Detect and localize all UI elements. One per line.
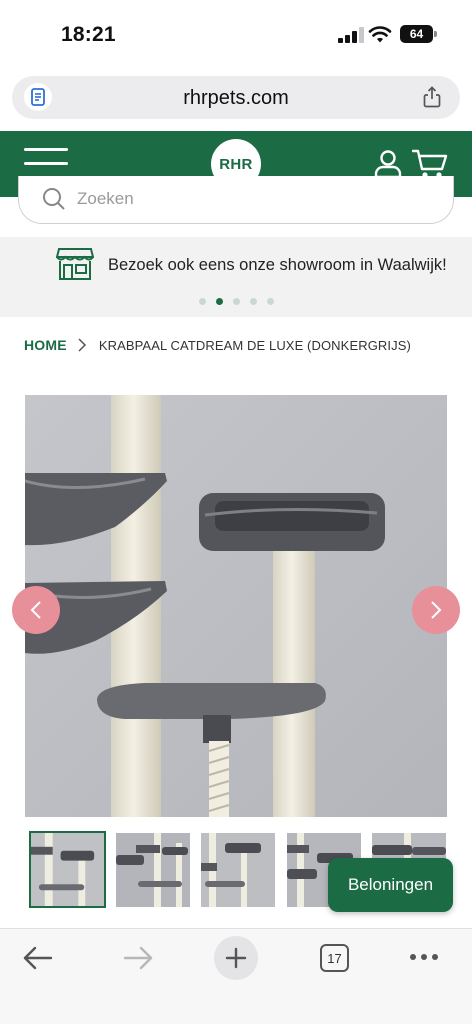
- cart-icon[interactable]: [412, 148, 448, 180]
- account-icon[interactable]: [374, 149, 402, 179]
- thumbnail-1[interactable]: [29, 831, 106, 908]
- search-placeholder: Zoeken: [77, 189, 134, 208]
- carousel-dot[interactable]: [233, 298, 240, 305]
- carousel-dot[interactable]: [267, 298, 274, 305]
- plus-icon: [225, 947, 247, 969]
- thumbnail-3[interactable]: [201, 833, 275, 907]
- store-icon: [56, 248, 94, 280]
- more-icon[interactable]: [410, 954, 440, 962]
- share-icon[interactable]: [420, 85, 444, 109]
- breadcrumb: HOME KRABPAAL CATDREAM DE LUXE (DONKERGR…: [24, 336, 411, 354]
- showroom-banner[interactable]: Bezoek ook eens onze showroom in Waalwij…: [0, 237, 472, 317]
- chevron-right-icon: [431, 601, 442, 619]
- wifi-icon: [368, 26, 392, 43]
- banner-text: Bezoek ook eens onze showroom in Waalwij…: [108, 256, 447, 274]
- carousel-dot-active[interactable]: [216, 298, 223, 305]
- arrow-right-icon[interactable]: [122, 945, 154, 971]
- carousel-dot[interactable]: [250, 298, 257, 305]
- screen: 18:21 64 rhrpets.com Zoeken RHR Bezoek o…: [0, 0, 472, 1024]
- url-text[interactable]: rhrpets.com: [12, 87, 460, 110]
- arrow-left-icon[interactable]: [22, 945, 54, 971]
- tabs-icon[interactable]: 17: [320, 944, 349, 972]
- carousel-dots: [199, 298, 279, 306]
- chevron-left-icon: [30, 601, 41, 619]
- previous-image-button[interactable]: [12, 586, 60, 634]
- breadcrumb-current: KRABPAAL CATDREAM DE LUXE (DONKERGRIJS): [98, 337, 411, 353]
- search-icon: [43, 188, 65, 210]
- browser-toolbar: 17: [0, 928, 472, 1024]
- signal-icon: [338, 27, 364, 43]
- next-image-button[interactable]: [412, 586, 460, 634]
- breadcrumb-home-link[interactable]: HOME: [24, 337, 67, 353]
- new-tab-button[interactable]: [214, 936, 258, 980]
- rewards-button[interactable]: Beloningen: [328, 858, 453, 912]
- carousel-dot[interactable]: [199, 298, 206, 305]
- battery-level: 64: [400, 25, 433, 43]
- rhr-logo[interactable]: RHR: [211, 139, 261, 189]
- thumbnail-2[interactable]: [116, 833, 190, 907]
- battery-icon: [434, 31, 437, 37]
- status-time: 18:21: [61, 23, 116, 46]
- product-image[interactable]: [25, 395, 447, 817]
- address-bar[interactable]: rhrpets.com: [12, 76, 460, 119]
- chevron-right-icon: [78, 338, 86, 352]
- status-bar: 18:21 64: [0, 0, 472, 70]
